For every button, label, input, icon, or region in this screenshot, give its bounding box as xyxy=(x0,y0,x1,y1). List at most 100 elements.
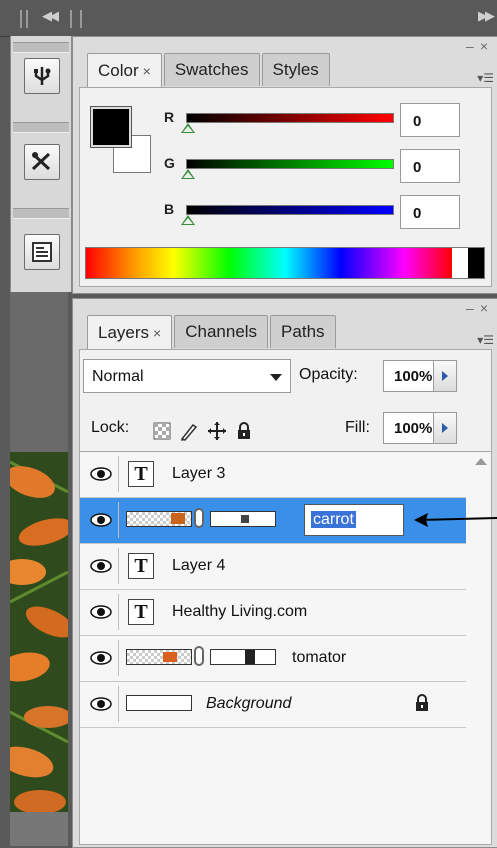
green-slider[interactable] xyxy=(186,159,394,169)
layer-name-input[interactable]: carrot xyxy=(304,504,404,536)
tab-channels[interactable]: Channels xyxy=(174,315,269,348)
layer-name[interactable]: Healthy Living.com xyxy=(172,603,307,621)
layer-name-selection: carrot xyxy=(311,511,356,528)
lock-transparent-icon[interactable] xyxy=(153,422,171,440)
tab-label: Styles xyxy=(272,60,319,79)
close-tab-icon[interactable]: × xyxy=(143,63,151,79)
color-panel-tabs: Color × Swatches Styles xyxy=(87,53,332,87)
eye-icon[interactable] xyxy=(84,686,119,722)
layer-row-carrot[interactable]: carrot xyxy=(80,498,466,544)
foreground-color-swatch[interactable] xyxy=(90,106,132,148)
layer-name[interactable]: tomator xyxy=(292,649,346,667)
eye-icon[interactable] xyxy=(84,640,119,676)
panel-menu-icon[interactable]: ▾☰ xyxy=(477,333,494,347)
text-layer-icon: T xyxy=(128,599,154,625)
blend-mode-value: Normal xyxy=(92,368,144,385)
layer-name[interactable]: Layer 4 xyxy=(172,557,225,575)
dock-grip[interactable] xyxy=(26,10,28,28)
layer-row-tomator[interactable]: tomator xyxy=(80,636,466,682)
layer-name[interactable]: Background xyxy=(206,695,291,713)
layer-mask-thumbnail[interactable] xyxy=(210,649,276,665)
dock-grip[interactable] xyxy=(20,10,22,28)
tab-label: Channels xyxy=(185,322,258,341)
fill-field[interactable]: 100% xyxy=(383,412,457,444)
red-slider-thumb[interactable] xyxy=(181,123,195,133)
layer-name[interactable]: Layer 3 xyxy=(172,465,225,483)
tab-label: Color xyxy=(98,60,139,80)
lock-brush-icon[interactable] xyxy=(179,421,199,441)
tab-layers[interactable]: Layers × xyxy=(87,315,173,349)
red-value-field[interactable]: 0 xyxy=(400,103,460,137)
green-slider-thumb[interactable] xyxy=(181,169,195,179)
link-icon[interactable] xyxy=(194,508,204,528)
group-separator xyxy=(13,122,69,133)
text-layer-icon: T xyxy=(128,553,154,579)
opacity-field[interactable]: 100% xyxy=(383,360,457,392)
tab-paths[interactable]: Paths xyxy=(270,315,336,348)
lock-all-icon[interactable] xyxy=(235,422,253,440)
tab-label: Paths xyxy=(281,322,325,341)
blue-slider-thumb[interactable] xyxy=(181,215,195,225)
lock-icon xyxy=(416,694,428,711)
layer-row-layer-4[interactable]: T Layer 4 xyxy=(80,544,466,590)
close-tab-icon[interactable]: × xyxy=(153,325,161,341)
red-slider[interactable] xyxy=(186,113,394,123)
expand-right-icon[interactable]: ▶▶ xyxy=(478,8,495,24)
color-spectrum-ramp[interactable] xyxy=(85,247,485,279)
layers-panel: –× Layers × Channels Paths ▾☰ Normal Opac… xyxy=(72,298,497,848)
layer-row-layer-3[interactable]: T Layer 3 xyxy=(80,452,466,498)
green-channel-label: G xyxy=(164,155,175,171)
collapsed-panel-icons xyxy=(10,36,72,292)
canvas-area xyxy=(10,812,68,846)
collapse-left-icon[interactable]: ◀◀ xyxy=(42,8,59,24)
chevron-down-icon xyxy=(270,374,282,381)
link-icon[interactable] xyxy=(194,646,204,666)
tab-color[interactable]: Color × xyxy=(87,53,162,87)
eye-icon[interactable] xyxy=(84,548,119,584)
document-icon xyxy=(32,242,52,262)
layer-row-background[interactable]: Background xyxy=(80,682,466,728)
wrench-icon xyxy=(31,152,51,171)
eye-icon[interactable] xyxy=(84,456,119,492)
fill-label: Fill: xyxy=(345,419,370,436)
panel-window-controls[interactable]: –× xyxy=(466,300,494,316)
layer-thumbnail xyxy=(126,695,192,711)
blue-slider[interactable] xyxy=(186,205,394,215)
dock-grip[interactable] xyxy=(80,10,82,28)
lock-label: Lock: xyxy=(91,419,130,436)
fill-stepper-icon[interactable] xyxy=(433,413,456,443)
info-panel-button[interactable] xyxy=(24,234,60,270)
layer-thumbnail xyxy=(126,511,192,527)
tab-styles[interactable]: Styles xyxy=(261,53,330,86)
tab-swatches[interactable]: Swatches xyxy=(163,53,260,86)
panel-window-controls[interactable]: –× xyxy=(466,38,494,54)
red-channel-label: R xyxy=(164,109,175,125)
lock-move-icon[interactable] xyxy=(207,421,227,441)
annotation-arrow xyxy=(414,513,497,527)
tab-label: Swatches xyxy=(174,60,249,79)
carrot-photo xyxy=(10,452,68,812)
green-value-field[interactable]: 0 xyxy=(400,149,460,183)
layer-mask-thumbnail[interactable] xyxy=(210,511,276,527)
layer-row-healthy-living[interactable]: T Healthy Living.com xyxy=(80,590,466,636)
scroll-up-icon[interactable] xyxy=(475,458,487,465)
layer-thumbnail xyxy=(126,649,192,665)
eye-icon[interactable] xyxy=(84,502,119,538)
eye-icon[interactable] xyxy=(84,594,119,630)
group-separator xyxy=(13,42,69,53)
opacity-stepper-icon[interactable] xyxy=(433,361,456,391)
usb-icon xyxy=(34,67,51,85)
panel-menu-icon[interactable]: ▾☰ xyxy=(477,71,494,85)
blue-value-field[interactable]: 0 xyxy=(400,195,460,229)
opacity-label: Opacity: xyxy=(299,366,358,383)
tools-button[interactable] xyxy=(24,144,60,180)
tab-label: Layers xyxy=(98,322,150,342)
navigator-tool-button[interactable] xyxy=(24,58,60,94)
lock-options xyxy=(153,421,253,441)
dock-grip[interactable] xyxy=(70,10,72,28)
blend-mode-select[interactable]: Normal xyxy=(83,359,291,393)
color-panel: –× Color × Swatches Styles ▾☰ R 0 G 0 B 0 xyxy=(72,36,497,294)
fill-value: 100% xyxy=(394,420,433,437)
opacity-value: 100% xyxy=(394,368,433,385)
layers-panel-tabs: Layers × Channels Paths xyxy=(87,315,338,349)
